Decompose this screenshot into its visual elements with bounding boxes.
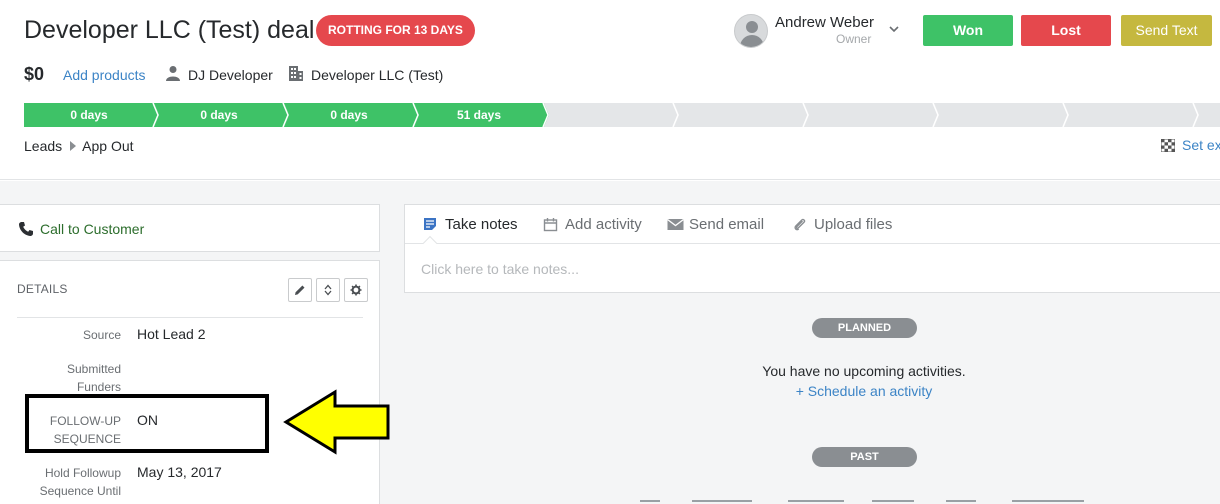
pipeline-stage-4[interactable]: 51 days — [414, 103, 549, 127]
won-button[interactable]: Won — [923, 15, 1013, 46]
history-filters-cutoff — [640, 498, 1100, 504]
pipeline-stage-10[interactable] — [1194, 103, 1220, 127]
person-link[interactable]: DJ Developer — [188, 67, 273, 83]
note-icon — [424, 218, 436, 230]
divider — [405, 243, 1220, 244]
notes-composer: Take notes Add activity Send email Uploa… — [404, 204, 1220, 293]
pipeline-stage-label — [1194, 103, 1220, 127]
active-tab-pointer — [422, 235, 438, 251]
tab-label: Add activity — [565, 216, 642, 233]
field-label-submitted-funders: Submitted Funders — [66, 362, 121, 394]
pipeline-stage-label — [804, 103, 934, 127]
pipeline-stage-label — [934, 103, 1064, 127]
chevron-down-icon[interactable] — [888, 23, 900, 35]
building-icon — [289, 66, 303, 81]
tab-label: Upload files — [814, 216, 893, 233]
breadcrumb: Leads App Out — [24, 138, 134, 154]
pipeline-stage-label — [544, 103, 674, 127]
breadcrumb-arrow-icon — [70, 141, 77, 151]
person-icon — [166, 66, 180, 81]
divider — [17, 317, 363, 318]
breadcrumb-pipeline[interactable]: Leads — [24, 138, 62, 154]
lost-button[interactable]: Lost — [1021, 15, 1111, 46]
deal-title[interactable]: Developer LLC (Test) deal — [24, 16, 314, 45]
details-title: DETAILS — [17, 282, 68, 296]
tab-label: Send email — [689, 216, 765, 233]
tab-label: Take notes — [445, 216, 518, 233]
add-products-link[interactable]: Add products — [63, 67, 146, 83]
deal-value[interactable]: $0 — [24, 64, 44, 85]
past-label: PAST — [812, 447, 917, 467]
breadcrumb-stage[interactable]: App Out — [82, 138, 133, 154]
annotation-highlight-box — [25, 394, 269, 453]
rotting-badge: ROTTING FOR 13 DAYS — [316, 15, 475, 46]
owner-selector[interactable]: Andrew Weber Owner — [734, 14, 904, 48]
calendar-icon — [543, 218, 558, 232]
sort-icon — [324, 284, 332, 296]
pipeline-stage-7[interactable] — [804, 103, 939, 127]
checkered-flag-icon — [1161, 139, 1175, 152]
pipeline-stage-9[interactable] — [1064, 103, 1199, 127]
pipeline-stage-2[interactable]: 0 days — [154, 103, 289, 127]
gear-icon — [350, 284, 362, 296]
call-to-customer-link[interactable]: Call to Customer — [40, 221, 144, 237]
send-text-button[interactable]: Send Text — [1121, 15, 1212, 46]
pipeline-stage-label — [1064, 103, 1194, 127]
set-expected-close-label[interactable]: Set ex — [1182, 137, 1220, 153]
notes-input[interactable]: Click here to take notes... — [421, 261, 579, 277]
details-settings-button[interactable] — [344, 278, 368, 302]
annotation-arrow-icon — [283, 389, 390, 455]
owner-name: Andrew Weber — [775, 14, 874, 31]
edit-details-button[interactable] — [288, 278, 312, 302]
field-value-hold-followup[interactable]: May 13, 2017 — [137, 464, 222, 480]
planned-label: PLANNED — [812, 318, 917, 338]
pipeline-stage-6[interactable] — [674, 103, 809, 127]
pipeline-stage-label: 0 days — [200, 108, 238, 122]
pipeline-stages: 0 days 0 days 0 days 51 days — [24, 103, 1220, 127]
field-label-source: Source — [82, 328, 121, 342]
pipeline-stage-label — [674, 103, 804, 127]
deal-header: Developer LLC (Test) deal ROTTING FOR 13… — [0, 0, 1220, 180]
no-activities-message: You have no upcoming activities. — [762, 363, 966, 379]
organization-link[interactable]: Developer LLC (Test) — [311, 67, 443, 83]
phone-icon — [19, 222, 33, 236]
pipeline-stage-8[interactable] — [934, 103, 1069, 127]
owner-role: Owner — [836, 32, 872, 46]
schedule-activity-link[interactable]: + Schedule an activity — [704, 383, 1024, 399]
reorder-fields-button[interactable] — [316, 278, 340, 302]
avatar — [734, 14, 768, 48]
pipeline-stage-label: 0 days — [330, 108, 368, 122]
call-card[interactable]: Call to Customer — [0, 204, 380, 252]
pipeline-stage-1[interactable]: 0 days — [24, 103, 159, 127]
field-value-source[interactable]: Hot Lead 2 — [137, 326, 206, 342]
pipeline-stage-label: 51 days — [456, 108, 502, 122]
pipeline-stage-3[interactable]: 0 days — [284, 103, 419, 127]
pipeline-stage-label: 0 days — [70, 108, 108, 122]
pencil-icon — [295, 285, 305, 295]
pipeline-stage-5[interactable] — [544, 103, 679, 127]
envelope-icon — [667, 218, 684, 230]
paperclip-icon — [794, 218, 806, 231]
field-label-hold-followup: Hold Followup Sequence Until — [39, 466, 121, 498]
